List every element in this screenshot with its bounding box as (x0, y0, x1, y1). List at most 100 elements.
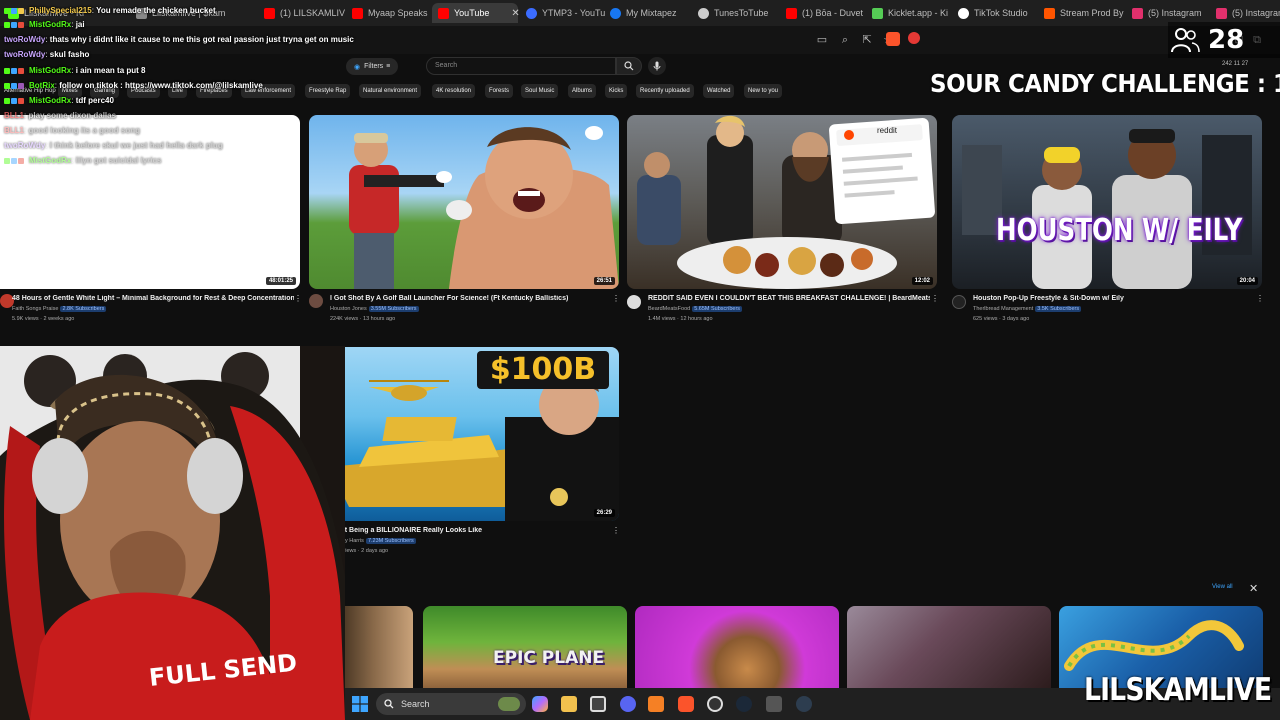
voice-search-button[interactable] (648, 57, 666, 75)
chip-kicks[interactable]: Kicks (605, 84, 628, 98)
obs-icon[interactable] (707, 696, 723, 712)
chat-badges-icon (4, 157, 26, 165)
share-icon[interactable]: ⇱ (860, 33, 874, 47)
video-duration: 26:51 (593, 277, 615, 285)
youtube-icon (352, 7, 363, 19)
video-thumbnail[interactable]: reddit 12:02 (627, 115, 937, 289)
short-thumbnail[interactable]: EPIC PLANE (423, 606, 627, 696)
app-icon[interactable] (648, 696, 664, 712)
webcam-image: FULL SEND (0, 346, 345, 720)
brave-rewards-icon[interactable] (908, 32, 920, 44)
channel-name[interactable]: BeardMeatsFood 5.65M Subscribers (648, 306, 743, 312)
short-thumbnail[interactable] (335, 606, 413, 696)
chip-forests[interactable]: Forests (485, 84, 514, 98)
chat-message: MistGodRx: lilyn got suicidal lyrics (4, 156, 162, 165)
short-overlay-text: EPIC PLANE (493, 648, 605, 668)
channel-name[interactable]: Faith Songs Praise 2.8K Subscribers (12, 306, 107, 312)
youtube-logo-icon: ◉ (354, 63, 361, 71)
zoom-icon[interactable]: ⌕ (838, 33, 852, 47)
tab-kicklet[interactable]: Kicklet.app - Ki (866, 3, 948, 23)
video-title[interactable]: Houston Pop-Up Freestyle & Sit-Down w/ E… (973, 295, 1255, 302)
chip-4k[interactable]: 4K resolution (432, 84, 476, 98)
tab-myaap[interactable]: Myaap Speaks (346, 3, 430, 23)
chat-badges-icon (4, 21, 26, 29)
channel-name[interactable]: Therlbread Management 3.5K Subscribers (973, 306, 1082, 312)
channel-avatar[interactable] (627, 295, 641, 309)
video-title[interactable]: I Got Shot By A Golf Ball Launcher For S… (330, 295, 590, 302)
chip-albums[interactable]: Albums (568, 84, 597, 98)
close-icon[interactable]: ✕ (1249, 582, 1258, 595)
more-options-icon[interactable]: ⋮ (1256, 294, 1264, 303)
chip-freestyle-rap[interactable]: Freestyle Rap (305, 84, 351, 98)
people-icon (1171, 28, 1200, 53)
instagram-icon (1216, 7, 1227, 19)
tab-mixtapez[interactable]: My Mixtapez (604, 3, 690, 23)
youtube-icon (438, 7, 449, 19)
thumbnail-art (349, 126, 619, 289)
filters-button[interactable]: ◉ Filters ≡ (346, 58, 399, 75)
4k-downloader-icon[interactable] (796, 696, 812, 712)
video-title[interactable]: What Being a BILLIONAIRE Really Looks Li… (330, 527, 600, 534)
chip-new-to-you[interactable]: New to you (744, 84, 783, 98)
brave-shield-icon[interactable] (886, 32, 900, 46)
discord-icon[interactable] (620, 696, 636, 712)
tab-youtube-active[interactable]: YouTube ✕ (432, 3, 520, 23)
subscriber-count: 3.5K Subscribers (1035, 306, 1082, 312)
close-tab-icon[interactable]: ✕ (511, 8, 519, 19)
brave-icon[interactable] (678, 696, 694, 712)
more-options-icon[interactable]: ⋮ (612, 526, 620, 535)
more-options-icon[interactable]: ⋮ (612, 294, 620, 303)
tab-ytmp3[interactable]: YTMP3 - YouTu (520, 3, 605, 23)
tiktok-icon (958, 7, 969, 19)
app-icon[interactable] (766, 696, 782, 712)
tab-boa[interactable]: (1) Bōa - Duvet (780, 3, 864, 23)
file-explorer-icon[interactable] (561, 696, 577, 712)
video-thumbnail[interactable]: HOUSTON W/ EILY 20:04 (952, 115, 1262, 289)
gear-icon (698, 7, 709, 19)
chip-soul-music[interactable]: Soul Music (521, 84, 559, 98)
windows-icon[interactable] (352, 696, 368, 712)
steam-icon[interactable] (736, 696, 752, 712)
search-icon (624, 61, 634, 71)
video-thumbnail[interactable]: $100B 26:29 (309, 347, 619, 521)
instagram-icon (1132, 7, 1143, 19)
channel-avatar[interactable] (309, 294, 323, 308)
copilot-icon[interactable] (532, 696, 548, 712)
chat-message: MistGodRx: tdf perc40 (4, 96, 114, 105)
tab-lilskamlive[interactable]: (1) LILSKAMLIV (258, 3, 345, 23)
more-options-icon[interactable]: ⋮ (931, 294, 939, 303)
viewer-count: 28 (1208, 25, 1245, 55)
stream-stats: 242 11 27 (1222, 61, 1249, 67)
tab-stream-prod[interactable]: Stream Prod By (1038, 3, 1124, 23)
tab-tiktok[interactable]: TikTok Studio (952, 3, 1036, 23)
cast-icon[interactable]: ▭ (815, 33, 829, 47)
search-input[interactable]: Search (426, 57, 616, 75)
video-thumbnail[interactable]: 26:51 (309, 115, 619, 289)
youtube-icon (264, 7, 275, 19)
tab-instagram-1[interactable]: (5) Instagram (1126, 3, 1206, 23)
challenge-overlay: SOUR CANDY CHALLENGE : 145/250 (930, 70, 1280, 99)
video-title[interactable]: REDDIT SAID EVEN I COULDN'T BEAT THIS BR… (648, 295, 930, 302)
tab-instagram-2[interactable]: (5) Instagram (1210, 3, 1280, 23)
short-thumbnail[interactable] (847, 606, 1051, 696)
chat-badges-icon (4, 7, 26, 15)
chat-badges-icon (4, 82, 26, 90)
chat-message: PhillySpecial215: You remade the chicken… (4, 6, 216, 15)
store-icon[interactable] (590, 696, 606, 712)
chat-badges-icon (4, 97, 26, 105)
video-duration: 20:04 (1236, 277, 1258, 285)
search-button[interactable] (616, 57, 642, 75)
chat-message: MistGodRx: jai (4, 20, 85, 29)
channel-avatar[interactable] (952, 295, 966, 309)
taskbar-search[interactable]: Search (376, 693, 526, 715)
webcam-feed: FULL SEND (0, 346, 345, 720)
chip-recently-uploaded[interactable]: Recently uploaded (636, 84, 694, 98)
view-all-link[interactable]: View all (1212, 584, 1233, 590)
video-title[interactable]: 48 Hours of Gentle White Light – Minimal… (12, 295, 294, 302)
chip-natural-environment[interactable]: Natural environment (359, 84, 422, 98)
short-thumbnail[interactable] (635, 606, 839, 696)
more-options-icon[interactable]: ⋮ (294, 294, 302, 303)
tab-tunestotube[interactable]: TunesToTube (692, 3, 778, 23)
channel-name[interactable]: Houston Jones 3.55M Subscribers (330, 306, 419, 312)
chip-watched[interactable]: Watched (703, 84, 735, 98)
